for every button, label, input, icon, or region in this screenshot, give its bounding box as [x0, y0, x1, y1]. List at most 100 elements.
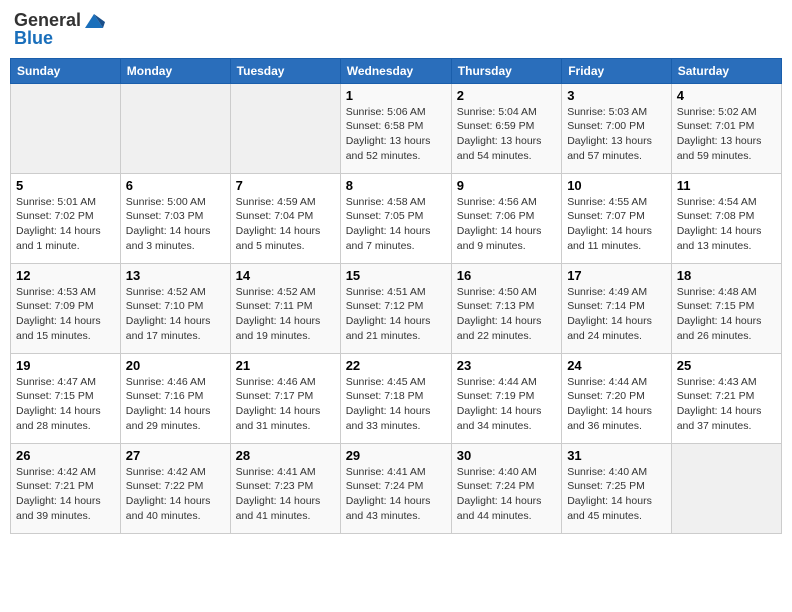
calendar-cell: 31 Sunrise: 4:40 AM Sunset: 7:25 PM Dayli…: [562, 443, 672, 533]
day-info: Sunrise: 4:41 AM Sunset: 7:23 PM Dayligh…: [236, 465, 335, 524]
calendar-week-row: 19 Sunrise: 4:47 AM Sunset: 7:15 PM Dayli…: [11, 353, 782, 443]
day-info: Sunrise: 4:55 AM Sunset: 7:07 PM Dayligh…: [567, 195, 666, 254]
day-number: 2: [457, 88, 556, 103]
day-number: 27: [126, 448, 225, 463]
day-number: 24: [567, 358, 666, 373]
calendar-cell: 15 Sunrise: 4:51 AM Sunset: 7:12 PM Dayli…: [340, 263, 451, 353]
day-number: 20: [126, 358, 225, 373]
calendar-cell: 1 Sunrise: 5:06 AM Sunset: 6:58 PM Daylig…: [340, 83, 451, 173]
calendar-cell: 26Sunrise: 4:42 AM Sunset: 7:21 PM Dayli…: [11, 443, 121, 533]
day-info: Sunrise: 4:40 AM Sunset: 7:24 PM Dayligh…: [457, 465, 556, 524]
day-number: 7: [236, 178, 335, 193]
day-info: Sunrise: 5:03 AM Sunset: 7:00 PM Dayligh…: [567, 105, 666, 164]
day-number: 3: [567, 88, 666, 103]
calendar-cell: 22 Sunrise: 4:45 AM Sunset: 7:18 PM Dayli…: [340, 353, 451, 443]
day-info: Sunrise: 4:40 AM Sunset: 7:25 PM Dayligh…: [567, 465, 666, 524]
day-info: Sunrise: 4:47 AM Sunset: 7:15 PM Dayligh…: [16, 375, 115, 434]
day-info: Sunrise: 4:45 AM Sunset: 7:18 PM Dayligh…: [346, 375, 446, 434]
calendar-cell: 6 Sunrise: 5:00 AM Sunset: 7:03 PM Daylig…: [120, 173, 230, 263]
day-info: Sunrise: 5:00 AM Sunset: 7:03 PM Dayligh…: [126, 195, 225, 254]
day-info: Sunrise: 4:41 AM Sunset: 7:24 PM Dayligh…: [346, 465, 446, 524]
day-info: Sunrise: 4:46 AM Sunset: 7:16 PM Dayligh…: [126, 375, 225, 434]
calendar-week-row: 12Sunrise: 4:53 AM Sunset: 7:09 PM Dayli…: [11, 263, 782, 353]
calendar-cell: 30 Sunrise: 4:40 AM Sunset: 7:24 PM Dayli…: [451, 443, 561, 533]
calendar-cell: 3 Sunrise: 5:03 AM Sunset: 7:00 PM Daylig…: [562, 83, 672, 173]
day-number: 10: [567, 178, 666, 193]
day-info: Sunrise: 5:06 AM Sunset: 6:58 PM Dayligh…: [346, 105, 446, 164]
day-info: Sunrise: 4:42 AM Sunset: 7:22 PM Dayligh…: [126, 465, 225, 524]
page-header: General Blue: [10, 10, 782, 50]
day-number: 8: [346, 178, 446, 193]
day-number: 18: [677, 268, 776, 283]
calendar-table: SundayMondayTuesdayWednesdayThursdayFrid…: [10, 58, 782, 534]
day-number: 5: [16, 178, 115, 193]
day-number: 6: [126, 178, 225, 193]
calendar-week-row: 5Sunrise: 5:01 AM Sunset: 7:02 PM Daylig…: [11, 173, 782, 263]
day-number: 23: [457, 358, 556, 373]
weekday-header: Saturday: [671, 58, 781, 83]
weekday-header: Wednesday: [340, 58, 451, 83]
day-info: Sunrise: 4:46 AM Sunset: 7:17 PM Dayligh…: [236, 375, 335, 434]
calendar-cell: 11 Sunrise: 4:54 AM Sunset: 7:08 PM Dayli…: [671, 173, 781, 263]
day-number: 12: [16, 268, 115, 283]
calendar-week-row: 1 Sunrise: 5:06 AM Sunset: 6:58 PM Daylig…: [11, 83, 782, 173]
day-number: 15: [346, 268, 446, 283]
calendar-cell: 24 Sunrise: 4:44 AM Sunset: 7:20 PM Dayli…: [562, 353, 672, 443]
day-number: 30: [457, 448, 556, 463]
calendar-cell: 17Sunrise: 4:49 AM Sunset: 7:14 PM Dayli…: [562, 263, 672, 353]
day-number: 16: [457, 268, 556, 283]
day-number: 25: [677, 358, 776, 373]
day-info: Sunrise: 4:54 AM Sunset: 7:08 PM Dayligh…: [677, 195, 776, 254]
day-info: Sunrise: 4:44 AM Sunset: 7:19 PM Dayligh…: [457, 375, 556, 434]
day-number: 11: [677, 178, 776, 193]
calendar-cell: [230, 83, 340, 173]
day-info: Sunrise: 4:52 AM Sunset: 7:10 PM Dayligh…: [126, 285, 225, 344]
day-number: 26: [16, 448, 115, 463]
day-number: 22: [346, 358, 446, 373]
calendar-week-row: 26Sunrise: 4:42 AM Sunset: 7:21 PM Dayli…: [11, 443, 782, 533]
calendar-cell: 16 Sunrise: 4:50 AM Sunset: 7:13 PM Dayli…: [451, 263, 561, 353]
day-info: Sunrise: 4:49 AM Sunset: 7:14 PM Dayligh…: [567, 285, 666, 344]
calendar-cell: [11, 83, 121, 173]
day-number: 31: [567, 448, 666, 463]
calendar-cell: 28 Sunrise: 4:41 AM Sunset: 7:23 PM Dayli…: [230, 443, 340, 533]
calendar-cell: 21 Sunrise: 4:46 AM Sunset: 7:17 PM Dayli…: [230, 353, 340, 443]
day-info: Sunrise: 5:04 AM Sunset: 6:59 PM Dayligh…: [457, 105, 556, 164]
day-info: Sunrise: 5:02 AM Sunset: 7:01 PM Dayligh…: [677, 105, 776, 164]
calendar-cell: 8 Sunrise: 4:58 AM Sunset: 7:05 PM Daylig…: [340, 173, 451, 263]
weekday-header: Tuesday: [230, 58, 340, 83]
day-number: 29: [346, 448, 446, 463]
logo: General Blue: [14, 10, 105, 50]
calendar-cell: 4 Sunrise: 5:02 AM Sunset: 7:01 PM Daylig…: [671, 83, 781, 173]
day-number: 28: [236, 448, 335, 463]
calendar-cell: 7 Sunrise: 4:59 AM Sunset: 7:04 PM Daylig…: [230, 173, 340, 263]
day-info: Sunrise: 4:44 AM Sunset: 7:20 PM Dayligh…: [567, 375, 666, 434]
calendar-cell: 2 Sunrise: 5:04 AM Sunset: 6:59 PM Daylig…: [451, 83, 561, 173]
calendar-cell: 23 Sunrise: 4:44 AM Sunset: 7:19 PM Dayli…: [451, 353, 561, 443]
day-info: Sunrise: 4:56 AM Sunset: 7:06 PM Dayligh…: [457, 195, 556, 254]
day-info: Sunrise: 4:52 AM Sunset: 7:11 PM Dayligh…: [236, 285, 335, 344]
calendar-header: SundayMondayTuesdayWednesdayThursdayFrid…: [11, 58, 782, 83]
calendar-cell: 12Sunrise: 4:53 AM Sunset: 7:09 PM Dayli…: [11, 263, 121, 353]
calendar-cell: 13Sunrise: 4:52 AM Sunset: 7:10 PM Dayli…: [120, 263, 230, 353]
day-number: 4: [677, 88, 776, 103]
calendar-cell: 18Sunrise: 4:48 AM Sunset: 7:15 PM Dayli…: [671, 263, 781, 353]
weekday-header: Sunday: [11, 58, 121, 83]
calendar-cell: 9Sunrise: 4:56 AM Sunset: 7:06 PM Daylig…: [451, 173, 561, 263]
day-number: 1: [346, 88, 446, 103]
day-info: Sunrise: 4:58 AM Sunset: 7:05 PM Dayligh…: [346, 195, 446, 254]
day-info: Sunrise: 4:50 AM Sunset: 7:13 PM Dayligh…: [457, 285, 556, 344]
day-number: 19: [16, 358, 115, 373]
calendar-cell: 14Sunrise: 4:52 AM Sunset: 7:11 PM Dayli…: [230, 263, 340, 353]
weekday-header: Thursday: [451, 58, 561, 83]
calendar-cell: 29 Sunrise: 4:41 AM Sunset: 7:24 PM Dayli…: [340, 443, 451, 533]
calendar-cell: [120, 83, 230, 173]
day-info: Sunrise: 4:59 AM Sunset: 7:04 PM Dayligh…: [236, 195, 335, 254]
day-number: 21: [236, 358, 335, 373]
logo-icon: [83, 10, 105, 32]
calendar-cell: 20 Sunrise: 4:46 AM Sunset: 7:16 PM Dayli…: [120, 353, 230, 443]
calendar-body: 1 Sunrise: 5:06 AM Sunset: 6:58 PM Daylig…: [11, 83, 782, 533]
weekday-header: Friday: [562, 58, 672, 83]
day-info: Sunrise: 4:51 AM Sunset: 7:12 PM Dayligh…: [346, 285, 446, 344]
calendar-cell: 27 Sunrise: 4:42 AM Sunset: 7:22 PM Dayli…: [120, 443, 230, 533]
